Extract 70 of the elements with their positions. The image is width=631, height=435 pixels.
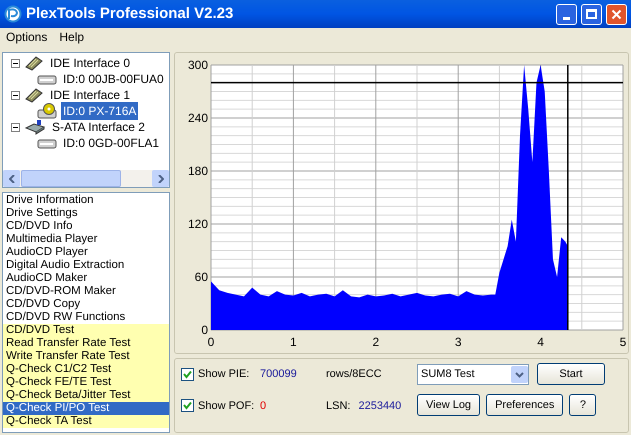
function-list-item[interactable]: Write Transfer Rate Test [3,350,169,363]
function-list-item[interactable]: AudioCD Player [3,246,169,259]
tree-node[interactable]: ID:0 0GD-00FLA1 [61,134,162,152]
function-list-item[interactable]: Digital Audio Extraction [3,259,169,272]
x-tick-label: 0 [208,335,214,349]
close-icon [611,8,622,20]
minimize-button[interactable] [556,4,577,24]
x-tick-label: 2 [372,335,380,349]
collapse-toggle[interactable] [11,90,20,100]
y-tick-label: 240 [188,111,208,125]
collapse-toggle[interactable] [11,58,20,68]
x-tick-label: 3 [454,335,462,349]
checkbox[interactable] [181,368,194,381]
function-list-item[interactable]: Q-Check Beta/Jitter Test [3,389,169,402]
hard-drive-icon [37,137,57,149]
pie-value: 700099 [260,367,298,382]
optical-drive-icon [37,103,57,119]
collapse-toggle[interactable] [11,122,20,132]
function-list-item[interactable]: Q-Check FE/TE Test [3,376,169,389]
start-button[interactable]: Start [537,363,605,385]
x-tick-label: 5 [620,335,626,349]
test-dropdown[interactable]: SUM8 Test [417,364,529,384]
tree-node[interactable]: ID:0 PX-716A [61,102,138,120]
drive-connector-icon [24,119,46,135]
preferences-button[interactable]: Preferences [486,394,564,416]
function-list-item[interactable]: CD/DVD RW Functions [3,311,169,324]
function-list-item[interactable]: AudioCD Maker [3,272,169,285]
lsn-label: LSN: [326,398,350,414]
tree-node[interactable]: IDE Interface 1 [48,86,132,104]
menu-item[interactable]: Options [4,28,50,46]
function-list-item[interactable]: CD/DVD-ROM Maker [3,285,169,298]
function-list-item[interactable]: Q-Check PI/PO Test [3,402,169,415]
lsn-value: 2253440 [357,398,402,414]
function-list-item[interactable]: Q-Check TA Test [3,415,169,428]
tree-node[interactable]: ID:0 00JB-00FUA0 [61,70,166,88]
maximize-button[interactable] [581,4,602,24]
help-button[interactable]: ? [569,394,596,416]
x-tick-label: 1 [290,335,297,349]
function-list-item[interactable]: Q-Check C1/C2 Test [3,363,169,376]
pof-value: 0 [260,398,268,414]
checkbox-label: Show PIE: [198,367,250,382]
tree-node[interactable]: IDE Interface 0 [48,54,132,72]
circuit-board-icon [24,55,44,71]
y-tick-label: 120 [188,217,208,231]
y-tick-label: 180 [188,164,208,178]
function-list-item[interactable]: Multimedia Player [3,233,169,246]
y-tick-label: 0 [201,323,208,337]
scroll-right-icon [158,174,164,182]
y-tick-label: 300 [188,58,208,72]
view-log-button[interactable]: View Log [417,394,480,416]
hard-drive-icon [37,73,57,85]
app-logo-icon [4,5,22,23]
function-list-item[interactable]: Drive Information [3,194,169,207]
function-list-item[interactable]: CD/DVD Test [3,324,169,337]
close-button[interactable] [606,4,627,24]
checkbox[interactable] [181,399,194,412]
x-tick-label: 4 [537,335,544,349]
function-list-item[interactable]: CD/DVD Copy [3,298,169,311]
function-list-item[interactable]: CD/DVD Info [3,220,169,233]
menu-item[interactable]: Help [57,28,86,46]
function-list-item[interactable]: Read Transfer Rate Test [3,337,169,350]
horizontal-scrollbar[interactable] [3,170,169,187]
y-tick-label: 60 [194,270,208,284]
window-title: PlexTools Professional V2.23 [26,4,234,24]
scroll-left-icon [8,174,14,182]
unit-label: rows/8ECC [326,367,382,382]
function-list-item[interactable]: Drive Settings [3,207,169,220]
circuit-board-icon [24,87,44,103]
checkbox-label: Show POF: [198,398,256,414]
tree-node[interactable]: S-ATA Interface 2 [50,118,147,136]
